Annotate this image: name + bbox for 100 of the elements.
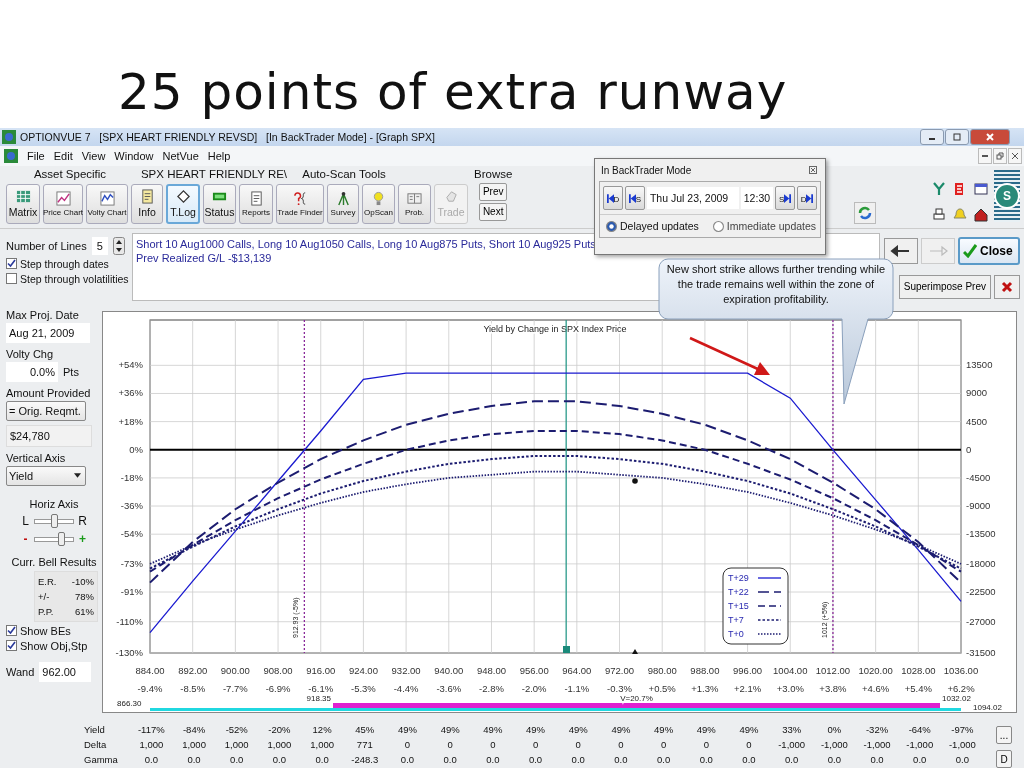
axis-tick-label: -91%: [120, 585, 143, 597]
legend-label: T+29: [728, 572, 749, 583]
axis-tick-label: 988.00: [690, 664, 720, 676]
table-cell-text: -64%: [907, 724, 932, 736]
table-cell-text: 0.0: [741, 754, 757, 766]
axis-tick-label: +4.6%: [862, 682, 890, 694]
table-cell-text: 45%: [354, 724, 376, 736]
table-cell-text: 49%: [482, 724, 504, 736]
axis-tick-label: -22500: [966, 585, 996, 597]
axis-tick-label: 0%: [129, 443, 143, 455]
range-label: 866.30: [117, 698, 142, 708]
axis-tick-label: 916.00: [306, 664, 336, 676]
field-label: Volty Chg: [6, 347, 54, 360]
axis-tick-label: +18%: [118, 415, 143, 427]
table-cell-text: 0.0: [399, 754, 416, 766]
callout-text: New short strike allows further trending while the trade remains well within the zone of expiration profitability.: [665, 262, 887, 307]
axis-tick-label: -31500: [966, 646, 996, 658]
row-label: Yield: [83, 724, 106, 736]
table-cell-text: 0.0: [186, 754, 202, 766]
table-cell-text: 49%: [525, 724, 547, 736]
axis-tick-label: -9000: [966, 499, 991, 511]
field-label: Curr. Bell Results: [11, 555, 97, 568]
axis-tick-label: 956.00: [519, 664, 549, 676]
table-cell-text: 33%: [781, 724, 803, 736]
axis-tick-label: -18000: [966, 557, 996, 569]
legend-label: T+15: [728, 600, 749, 611]
table-cell-text: -1,000: [862, 739, 892, 751]
position-text: Prev Realized G/L -$13,139: [135, 250, 273, 265]
table-cell-text: 0.0: [912, 754, 928, 766]
table-cell-text: 0: [617, 739, 625, 751]
table-cell-text: 0: [745, 739, 753, 751]
axis-tick-label: 0: [966, 443, 972, 455]
field-label: Max Proj. Date: [6, 308, 79, 321]
axis-tick-label: -18%: [120, 471, 143, 483]
axis-tick-label: 924.00: [348, 664, 378, 676]
table-cell-text: 0.0: [698, 754, 714, 766]
table-cell-text: 0.0: [656, 754, 672, 766]
table-cell-text: 771: [355, 739, 374, 751]
axis-tick-label: +3.8%: [819, 682, 847, 694]
slider-end-label: -: [22, 531, 29, 546]
axis-tick-label: 980.00: [647, 664, 677, 676]
result-label: P.P.: [38, 604, 54, 619]
result-value: 61%: [75, 604, 94, 619]
table-cell-text: -97%: [950, 724, 975, 736]
table-cell-text: -117%: [136, 724, 166, 736]
table-cell-text: 1,000: [309, 739, 335, 751]
table-cell-text: 49%: [439, 724, 461, 736]
table-cell-text: 1,000: [266, 739, 293, 751]
table-cell-text: -52%: [224, 724, 249, 736]
table-cell-text: 0: [659, 739, 668, 751]
legend-label: T+0: [728, 628, 744, 639]
logo-letter: S: [994, 182, 1020, 209]
axis-tick-label: 4500: [966, 415, 988, 427]
table-cell-text: 49%: [396, 724, 418, 736]
table-cell-text: 0: [403, 739, 412, 751]
range-label: 918.35: [306, 693, 331, 703]
axis-tick-label: 884.00: [135, 664, 165, 676]
result-label: E.R.: [38, 574, 57, 589]
table-cell-text: 0.0: [442, 754, 458, 766]
table-cell-text: -32%: [864, 724, 890, 736]
axis-tick-label: -13500: [966, 527, 996, 539]
table-cell-text: -1,000: [905, 739, 935, 751]
axis-tick-label: -4.4%: [393, 682, 419, 694]
table-cell-text: 0: [531, 739, 540, 751]
axis-tick-label: +3.0%: [776, 682, 804, 694]
table-cell-text: 49%: [695, 724, 717, 736]
field-label: Vertical Axis: [6, 451, 66, 464]
slide-title: 25 points of extra runway: [118, 62, 788, 122]
field-label: Wand: [6, 665, 35, 678]
axis-tick-label: -27000: [966, 615, 996, 627]
bell-range-label: V=20.7%: [620, 693, 653, 703]
axis-tick-label: -4500: [966, 471, 991, 483]
table-cell-text: 0.0: [143, 754, 159, 766]
axis-tick-label: 948.00: [476, 664, 506, 676]
axis-tick-label: -3.6%: [436, 682, 462, 694]
table-cell-text: 0%: [826, 724, 843, 736]
axis-tick-label: +2.1%: [734, 682, 762, 694]
axis-tick-label: -6.9%: [265, 682, 291, 694]
table-cell-text: -84%: [181, 724, 207, 736]
result-label: +/-: [38, 589, 50, 604]
axis-tick-label: +0.5%: [648, 682, 676, 694]
table-cell-text: 0.0: [613, 754, 629, 766]
table-cell-text: 1,000: [223, 739, 250, 751]
range-label: 1094.02: [973, 702, 1002, 712]
axis-tick-label: -7.7%: [222, 682, 248, 694]
table-cell-text: -1,000: [819, 739, 849, 751]
unit-label: Pts: [63, 365, 79, 378]
table-cell-text: 49%: [610, 724, 632, 736]
axis-tick-label: 1036.00: [943, 664, 979, 676]
group-label: SPX HEART FRIENDLY RE\: [139, 167, 289, 180]
axis-tick-label: +6.2%: [947, 682, 975, 694]
axis-tick-label: +54%: [118, 359, 143, 371]
table-cell-text: 0.0: [784, 754, 800, 766]
field-label: Number of Lines: [6, 239, 87, 252]
table-cell-text: 0: [702, 739, 710, 751]
table-cell-text: -1,000: [947, 739, 977, 751]
result-value: -10%: [71, 574, 94, 589]
field-label: Amount Provided: [6, 386, 91, 399]
table-cell-text: 0.0: [570, 754, 586, 766]
field-label: Horiz Axis: [29, 497, 79, 510]
